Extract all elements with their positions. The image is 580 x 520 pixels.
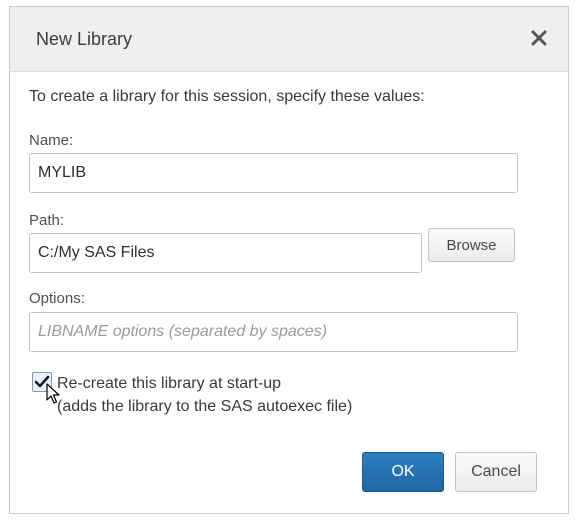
browse-button[interactable]: Browse xyxy=(428,228,515,262)
recreate-note: (adds the library to the SAS autoexec fi… xyxy=(57,398,353,415)
name-field[interactable] xyxy=(29,153,518,193)
path-label: Path: xyxy=(29,212,65,229)
options-field[interactable] xyxy=(29,312,518,352)
dialog-title: New Library xyxy=(36,29,133,49)
intro-text: To create a library for this session, sp… xyxy=(29,88,425,105)
name-label: Name: xyxy=(29,132,74,149)
recreate-label[interactable]: Re-create this library at start-up xyxy=(57,375,281,393)
close-icon xyxy=(531,30,547,46)
close-button[interactable] xyxy=(524,23,554,53)
ok-button[interactable]: OK xyxy=(362,452,444,492)
path-field[interactable] xyxy=(29,233,422,273)
options-label: Options: xyxy=(29,290,85,307)
dialog-titlebar: New Library xyxy=(10,7,568,72)
cancel-button[interactable]: Cancel xyxy=(455,452,537,492)
